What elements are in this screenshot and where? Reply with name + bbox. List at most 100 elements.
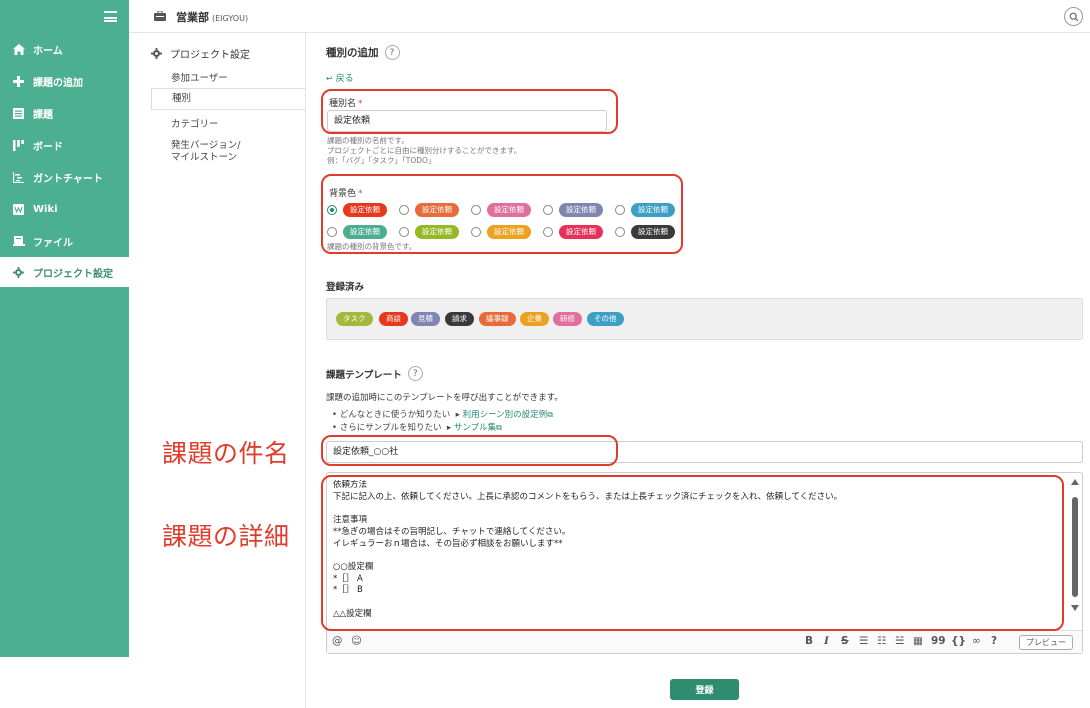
- gantt-icon: [12, 171, 25, 184]
- code-button[interactable]: {}: [951, 635, 966, 647]
- top-bar: 営業部 (EIGYOU): [0, 0, 1090, 33]
- registered-type-pill[interactable]: 議事録: [479, 312, 516, 326]
- registered-type-pill[interactable]: タスク: [336, 312, 373, 326]
- editor-scrollbar[interactable]: [1070, 477, 1080, 617]
- bullet-text: さらにサンプルを知りたい: [339, 423, 442, 433]
- gear-icon: [12, 266, 25, 279]
- menu-toggle-button[interactable]: [0, 0, 129, 33]
- help-button[interactable]: ?: [407, 366, 423, 381]
- registered-type-pill[interactable]: 商談: [379, 312, 408, 326]
- sidebar-item-label: ボード: [33, 141, 63, 153]
- usage-examples-link[interactable]: 利用シーン別の設定例: [463, 410, 548, 420]
- back-link-text: 戻る: [335, 74, 354, 84]
- subnav-item-issue-types[interactable]: 種別: [151, 88, 305, 110]
- project-icon: [154, 11, 166, 21]
- sidebar: ホーム 課題の追加 課題 ボード ガントチャート Wiki ファイル プロジェク…: [0, 33, 129, 657]
- sidebar-item-files[interactable]: ファイル: [0, 227, 129, 255]
- markup-help-button[interactable]: ?: [991, 635, 997, 647]
- project-name-text: 営業部: [176, 11, 209, 24]
- registered-type-pill[interactable]: 研修: [553, 312, 582, 326]
- subnav-item-label: 種別: [172, 93, 192, 104]
- project-name[interactable]: 営業部 (EIGYOU): [176, 9, 248, 25]
- submit-button[interactable]: 登録: [670, 679, 739, 700]
- annotation-subject-label: 課題の件名: [162, 439, 290, 468]
- registered-type-pill[interactable]: 見積: [411, 312, 440, 326]
- registered-type-pill[interactable]: 企業: [520, 312, 549, 326]
- editor-toolbar: @ ☺ B I S ☰ ☷ ☱ ▦ 99 {} ∞ ? プレビュー: [327, 630, 1082, 653]
- strikethrough-button[interactable]: S: [841, 635, 849, 647]
- registered-type-pill[interactable]: その他: [587, 312, 624, 326]
- sidebar-item-label: プロジェクト設定: [33, 268, 113, 280]
- sidebar-item-label: ファイル: [33, 237, 73, 249]
- subnav-title-text: プロジェクト設定: [170, 50, 250, 61]
- template-title-text: 課題テンプレート: [326, 369, 402, 381]
- subnav-title: プロジェクト設定: [151, 46, 250, 61]
- emoji-icon[interactable]: ☺: [351, 635, 362, 647]
- page-title: 種別の追加 ?: [326, 45, 400, 60]
- registered-title: 登録済み: [326, 282, 365, 293]
- search-icon: [1069, 12, 1078, 21]
- sidebar-item-wiki[interactable]: Wiki: [0, 195, 129, 223]
- bullet-text: どんなときに使うか知りたい: [339, 410, 451, 420]
- sidebar-item-label: ホーム: [33, 45, 63, 57]
- subnav-item-label: カテゴリー: [171, 119, 219, 130]
- subnav-item-categories[interactable]: カテゴリー: [151, 116, 305, 130]
- plus-icon: [12, 75, 25, 88]
- sidebar-item-gantt[interactable]: ガントチャート: [0, 163, 129, 191]
- back-arrow-icon: ↩: [326, 74, 333, 83]
- board-icon: [12, 139, 25, 152]
- sidebar-item-label: 課題の追加: [33, 77, 83, 89]
- page-title-text: 種別の追加: [326, 47, 379, 59]
- subnav-item-label-line2: マイルストーン: [171, 152, 238, 163]
- subnav-divider: [305, 33, 306, 708]
- table-icon[interactable]: ▦: [913, 635, 923, 647]
- subnav-item-members[interactable]: 参加ユーザー: [151, 70, 305, 84]
- template-description: 課題の追加時にこのテンプレートを呼び出すことができます。: [326, 393, 563, 403]
- external-link-icon: ⧉: [547, 410, 553, 419]
- annotation-ring-type-name: [321, 89, 618, 134]
- help-button[interactable]: ?: [384, 45, 400, 60]
- app-root: 営業部 (EIGYOU) ホーム 課題の追加 課題 ボード ガントチャート Wik: [0, 0, 1090, 708]
- registered-type-pill[interactable]: 請求: [445, 312, 474, 326]
- hamburger-icon: [104, 11, 117, 22]
- list-icon: [12, 107, 25, 120]
- hint-line: 例：「バグ」「タスク」「TODO」: [327, 156, 436, 165]
- annotation-ring-detail: [321, 475, 1064, 631]
- back-link[interactable]: ↩ 戻る: [326, 71, 354, 84]
- sidebar-item-project-settings[interactable]: プロジェクト設定: [0, 257, 129, 287]
- mention-icon[interactable]: @: [332, 635, 343, 647]
- annotation-ring-bg-color: [321, 174, 683, 254]
- annotation-ring-subject: [321, 435, 618, 466]
- template-bullet: • どんなときに使うか知りたい ▸ 利用シーン別の設定例⧉: [332, 410, 553, 420]
- sidebar-item-label: Wiki: [33, 203, 58, 215]
- subnav-item-label: 発生バージョン/: [171, 140, 241, 151]
- hint-line: プロジェクトごとに自由に種別分けすることができます。: [327, 146, 522, 155]
- bullet-list-icon[interactable]: ☰: [859, 635, 868, 647]
- wiki-icon: [12, 203, 25, 216]
- gear-icon: [151, 48, 162, 59]
- bold-button[interactable]: B: [805, 635, 813, 647]
- registered-types-box: タスク 商談 見積 請求 議事録 企業 研修 その他: [326, 298, 1083, 340]
- link-icon[interactable]: ∞: [972, 635, 981, 647]
- type-name-hint: 課題の種別の名前です。 プロジェクトごとに自由に種別分けすることができます。 例…: [327, 136, 521, 166]
- numbered-list-icon[interactable]: ☷: [877, 635, 886, 647]
- template-title: 課題テンプレート ?: [326, 366, 423, 381]
- template-bullet: • さらにサンプルを知りたい ▸ サンプル集⧉: [332, 423, 502, 433]
- folder-icon: [12, 235, 25, 248]
- project-key: (EIGYOU): [212, 14, 249, 23]
- home-icon: [12, 43, 25, 56]
- sidebar-item-add-issue[interactable]: 課題の追加: [0, 67, 129, 95]
- quote-button[interactable]: 99: [931, 635, 946, 647]
- sidebar-item-issues[interactable]: 課題: [0, 99, 129, 127]
- search-button[interactable]: [1064, 7, 1083, 26]
- italic-button[interactable]: I: [824, 635, 829, 647]
- sidebar-item-label: 課題: [33, 109, 53, 121]
- preview-button[interactable]: プレビュー: [1019, 635, 1073, 650]
- samples-link[interactable]: サンプル集: [454, 423, 496, 433]
- hint-line: 課題の種別の名前です。: [327, 136, 409, 145]
- checklist-icon[interactable]: ☱: [895, 635, 904, 647]
- subnav-item-label: 参加ユーザー: [171, 73, 228, 84]
- sidebar-item-home[interactable]: ホーム: [0, 35, 129, 63]
- subnav-item-versions[interactable]: 発生バージョン/マイルストーン: [151, 140, 305, 164]
- sidebar-item-board[interactable]: ボード: [0, 131, 129, 159]
